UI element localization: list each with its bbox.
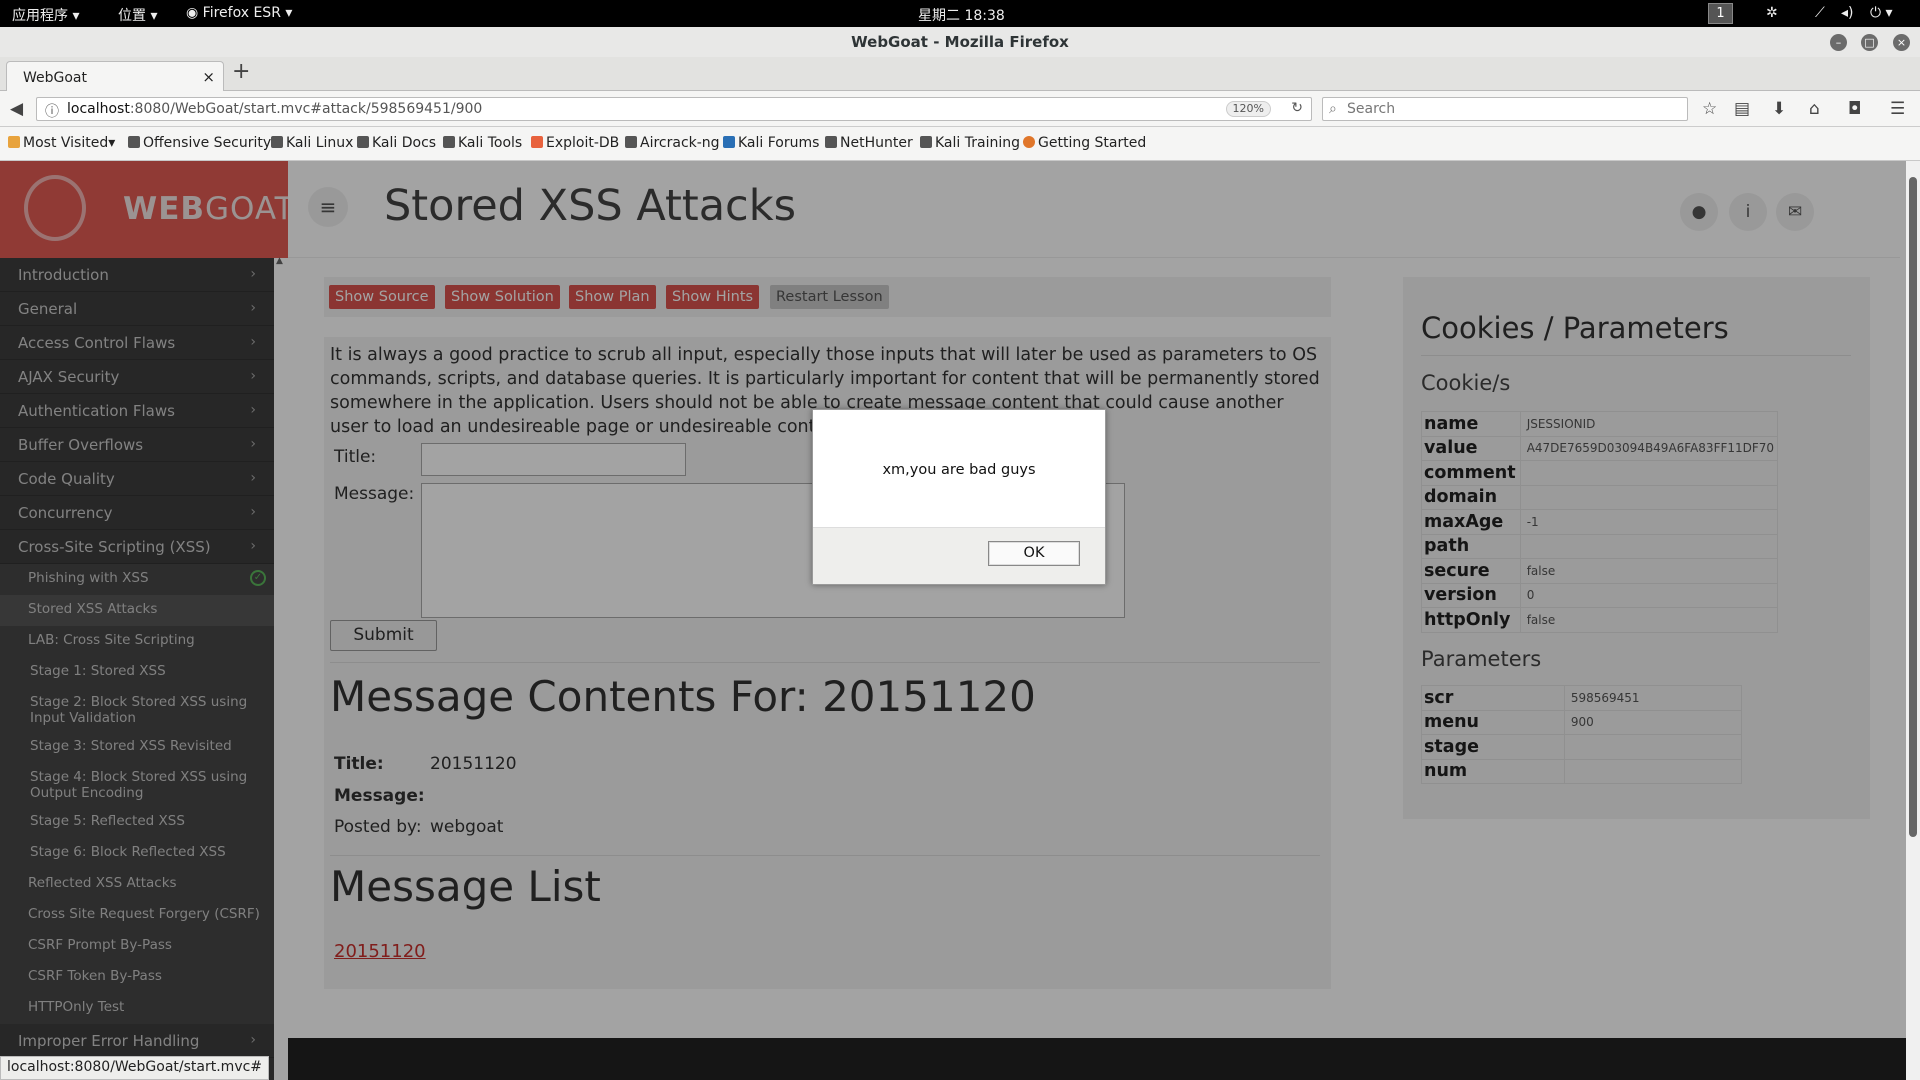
zoom-level[interactable]: 120% — [1225, 101, 1271, 117]
reload-icon[interactable]: ↻ — [1291, 100, 1303, 116]
bookmark-nethunter[interactable]: NetHunter — [825, 135, 913, 151]
volume-icon[interactable]: ◂) — [1841, 5, 1854, 21]
menu-icon[interactable]: ☰ — [1890, 99, 1905, 119]
info-icon[interactable]: ⓘ — [45, 101, 59, 121]
firefox-icon — [1023, 136, 1035, 148]
bookmark-kali-docs[interactable]: Kali Docs — [357, 135, 436, 151]
bookmark-exploit-db[interactable]: Exploit-DB — [531, 135, 619, 151]
kali-icon — [920, 136, 932, 148]
aircrack-icon — [625, 136, 637, 148]
bookmarks-toolbar: Most Visited▾ Offensive Security Kali Li… — [0, 127, 1920, 161]
tab-strip: WebGoat × + — [0, 57, 1920, 92]
clock[interactable]: 星期二 18:38 — [918, 5, 1005, 25]
power-icon[interactable]: ⏻ ▾ — [1870, 5, 1893, 21]
pocket-icon[interactable]: ◘ — [1848, 99, 1861, 119]
bookmark-offensive-security[interactable]: Offensive Security — [128, 135, 271, 151]
modal-overlay — [0, 161, 1906, 1080]
network-icon[interactable]: ⟋ — [1815, 5, 1825, 21]
web-content: WEBGOAT ≡ Stored XSS Attacks ● i ✉ Intro… — [0, 161, 1920, 1080]
bookmark-aircrack-ng[interactable]: Aircrack-ng — [625, 135, 720, 151]
firefox-icon: ◉ — [186, 5, 203, 21]
tab-title: WebGoat — [23, 70, 88, 86]
page-scrollbar[interactable] — [1906, 161, 1920, 1080]
search-icon: ⌕ — [1329, 101, 1337, 117]
kali-icon — [271, 136, 283, 148]
search-input[interactable]: ⌕ Search — [1322, 97, 1688, 121]
bookmark-star-icon[interactable]: ☆ — [1702, 99, 1717, 119]
workspace-indicator[interactable]: 1 — [1708, 3, 1733, 24]
new-tab-button[interactable]: + — [232, 59, 250, 84]
window-title: WebGoat - Mozilla Firefox — [851, 33, 1069, 51]
window-title-bar: WebGoat - Mozilla Firefox — [0, 27, 1920, 57]
url-host: localhost — [67, 101, 130, 117]
tab-close-icon[interactable]: × — [202, 68, 215, 86]
alert-dialog: xm,you are bad guys OK — [812, 409, 1106, 585]
alert-footer: OK — [813, 527, 1105, 584]
bookmark-kali-training[interactable]: Kali Training — [920, 135, 1020, 151]
download-icon[interactable]: ⬇ — [1772, 99, 1786, 119]
close-window-icon[interactable]: × — [1893, 34, 1910, 51]
url-bar[interactable]: ⓘ localhost:8080/WebGoat/start.mvc#attac… — [36, 97, 1312, 121]
applications-menu[interactable]: 应用程序 ▾ — [12, 5, 79, 25]
offsec-icon — [128, 136, 140, 148]
folder-icon — [8, 136, 20, 148]
back-arrow-icon[interactable]: ◀ — [10, 99, 23, 119]
firefox-app-menu[interactable]: ◉ Firefox ESR ▾ — [186, 5, 292, 21]
system-top-bar: 应用程序 ▾ 位置 ▾ ◉ Firefox ESR ▾ 星期二 18:38 1 … — [0, 0, 1920, 27]
bookmark-kali-tools[interactable]: Kali Tools — [443, 135, 522, 151]
kali-icon — [443, 136, 455, 148]
status-bar-url: localhost:8080/WebGoat/start.mvc# — [0, 1056, 270, 1080]
search-placeholder: Search — [1347, 101, 1396, 117]
tab-webgoat[interactable]: WebGoat × — [6, 61, 224, 92]
ok-button[interactable]: OK — [988, 541, 1080, 566]
bookmark-kali-linux[interactable]: Kali Linux — [271, 135, 353, 151]
url-path: :8080/WebGoat/start.mvc#attack/598569451… — [129, 101, 483, 117]
home-icon[interactable]: ⌂ — [1809, 99, 1820, 119]
bookmark-getting-started[interactable]: Getting Started — [1023, 135, 1146, 151]
bookmark-most-visited[interactable]: Most Visited▾ — [8, 135, 115, 151]
apps-icon[interactable]: ✲ — [1766, 5, 1778, 21]
kali-icon — [825, 136, 837, 148]
minimize-icon[interactable]: – — [1830, 34, 1847, 51]
kali-forums-icon — [723, 136, 735, 148]
kali-icon — [357, 136, 369, 148]
bookmark-kali-forums[interactable]: Kali Forums — [723, 135, 819, 151]
places-menu[interactable]: 位置 ▾ — [118, 5, 157, 25]
navigation-bar: ◀ ⓘ localhost:8080/WebGoat/start.mvc#att… — [0, 91, 1920, 127]
reading-list-icon[interactable]: ▤ — [1734, 99, 1750, 119]
alert-message: xm,you are bad guys — [882, 462, 1036, 478]
exploit-db-icon — [531, 136, 543, 148]
scrollbar-thumb[interactable] — [1909, 177, 1917, 837]
maximize-icon[interactable]: □ — [1861, 34, 1878, 51]
